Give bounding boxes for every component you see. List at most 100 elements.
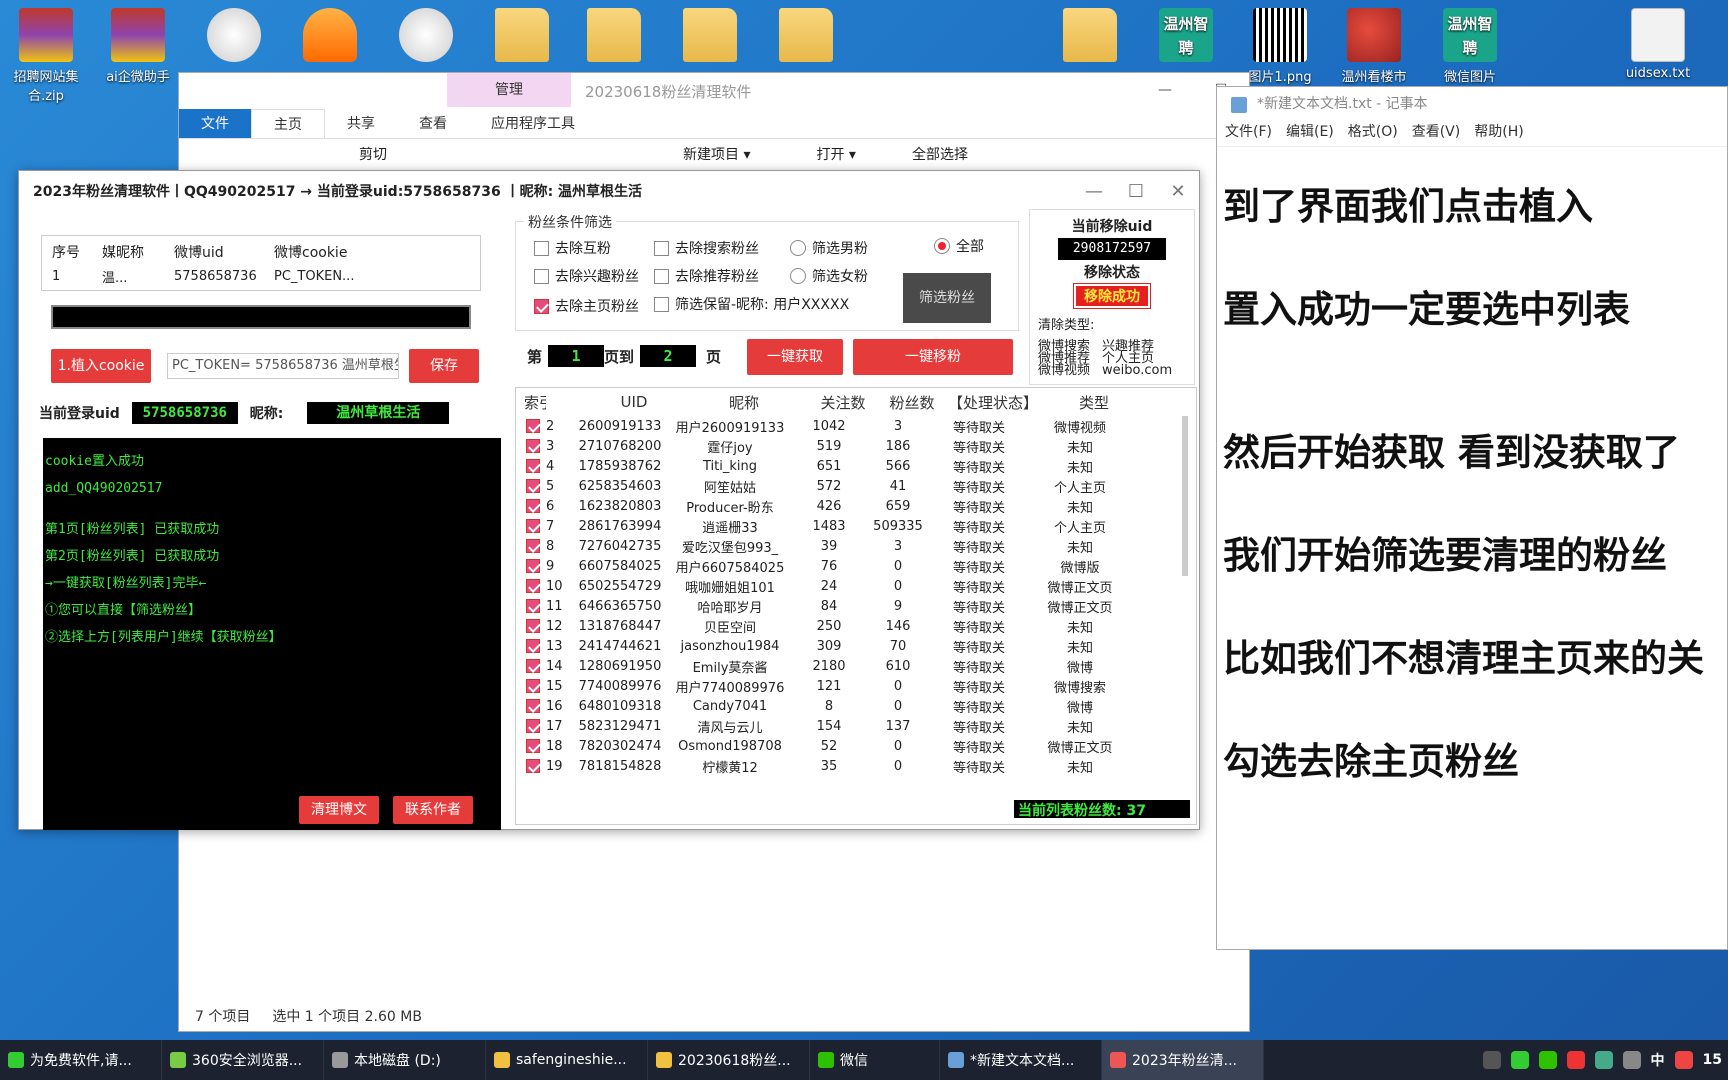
row-checkbox[interactable] — [526, 699, 540, 713]
row-checkbox[interactable] — [526, 419, 540, 433]
table-row[interactable]: 3 2710768200 霆仔joy 519 186 等待取关 未知 — [516, 436, 1196, 456]
menu-file[interactable]: 文件(F) — [1225, 121, 1272, 146]
menu-view[interactable]: 查看(V) — [1412, 121, 1461, 146]
filter-female-radio[interactable]: 筛选女粉 — [790, 266, 868, 286]
cut-button[interactable]: 剪切 — [359, 144, 387, 164]
desktop-icon-folder-3[interactable] — [668, 8, 752, 66]
implant-cookie-button[interactable]: 1.植入cookie — [51, 349, 151, 383]
notepad-text-area[interactable]: 到了界面我们点击植入 置入成功一定要选中列表 然后开始获取 看到没获取了 我们开… — [1217, 147, 1727, 813]
taskbar-item[interactable]: *新建文本文档... — [940, 1040, 1102, 1080]
taskbar-item[interactable]: safengineshie... — [486, 1040, 648, 1080]
row-checkbox[interactable] — [526, 519, 540, 533]
filter-all-radio[interactable]: 全部 — [934, 236, 984, 256]
table-row[interactable]: 18 7820302474 Osmond198708 52 0 等待取关 微博正文页 — [516, 736, 1196, 756]
volume-icon[interactable] — [1622, 1051, 1641, 1069]
desktop-icon-folder-1[interactable] — [480, 8, 564, 66]
filter-male-radio[interactable]: 筛选男粉 — [790, 238, 868, 258]
desktop-icon-zip[interactable]: 招聘网站集合.zip — [4, 8, 88, 104]
table-row[interactable]: 17 5823129471 清风与云儿 154 137 等待取关 未知 — [516, 716, 1196, 736]
desktop-icon-folder-5[interactable] — [1048, 8, 1132, 66]
table-row[interactable]: 9 6607584025 用户6607584025 76 0 等待取关 微博版 — [516, 556, 1196, 576]
wechat-icon[interactable] — [1538, 1051, 1557, 1069]
desktop-icon-app-1[interactable] — [192, 8, 276, 66]
row-checkbox[interactable] — [526, 439, 540, 453]
table-row[interactable]: 16 6480109318 Candy7041 8 0 等待取关 微博 — [516, 696, 1196, 716]
table-row[interactable]: 6 1623820803 Producer-盼东 426 659 等待取关 未知 — [516, 496, 1196, 516]
desktop-icon-wechat-image[interactable]: 温州智聘 微信图片 — [1428, 8, 1512, 85]
clock[interactable]: 15 — [1703, 1052, 1722, 1068]
ime-indicator[interactable]: 中 — [1651, 1050, 1665, 1070]
table-row[interactable]: 19 7818154828 柠檬黄12 35 0 等待取关 未知 — [516, 756, 1196, 776]
row-checkbox[interactable] — [526, 459, 540, 473]
taskbar-item[interactable]: 20230618粉丝... — [648, 1040, 810, 1080]
desktop-icon-folder-4[interactable] — [764, 8, 848, 66]
table-row[interactable]: 4 1785938762 Titi_king 651 566 等待取关 未知 — [516, 456, 1196, 476]
taskbar-item[interactable]: 为免费软件,请... — [0, 1040, 162, 1080]
page-from-input[interactable]: 1 — [548, 345, 605, 367]
desktop-icon-fire[interactable] — [288, 8, 372, 66]
network-icon[interactable] — [1594, 1051, 1613, 1069]
row-checkbox[interactable] — [526, 479, 540, 493]
remove-all-button[interactable]: 一键移粉 — [853, 339, 1013, 375]
fans-table[interactable]: 索引 UID 昵称 关注数 粉丝数 【处理状态】 类型 2 2600919133 用… — [515, 387, 1197, 825]
table-row[interactable]: 2 2600919133 用户2600919133 1042 3 等待取关 微博视频 — [516, 416, 1196, 436]
taskbar-item[interactable]: 360安全浏览器... — [162, 1040, 324, 1080]
remove-homepage-checkbox[interactable]: 去除主页粉丝 — [534, 296, 639, 316]
tab-app-tools[interactable]: 应用程序工具 — [469, 109, 597, 138]
security-icon[interactable] — [1566, 1051, 1585, 1069]
tab-home[interactable]: 主页 — [251, 109, 325, 138]
minimize-icon[interactable]: — — [1073, 171, 1115, 213]
cookie-input[interactable]: PC_TOKEN= 5758658736 温州草根生活 — [167, 353, 399, 379]
clear-weibo-button[interactable]: 清理博文 — [299, 796, 379, 824]
minimize-icon[interactable]: — — [1137, 73, 1193, 107]
taskbar-item[interactable]: 本地磁盘 (D:) — [324, 1040, 486, 1080]
row-checkbox[interactable] — [526, 759, 540, 773]
close-icon[interactable]: ✕ — [1157, 171, 1199, 213]
tab-view[interactable]: 查看 — [397, 109, 469, 138]
mic-icon[interactable] — [1482, 1051, 1501, 1069]
plus-icon[interactable] — [1510, 1051, 1529, 1069]
select-all-button[interactable]: 全部选择 — [912, 144, 968, 164]
row-checkbox[interactable] — [526, 739, 540, 753]
desktop-icon-app-2[interactable] — [384, 8, 468, 66]
remove-recommend-checkbox[interactable]: 去除推荐粉丝 — [654, 266, 759, 286]
contact-author-button[interactable]: 联系作者 — [393, 796, 473, 824]
tab-manage[interactable]: 管理 — [447, 73, 571, 107]
row-checkbox[interactable] — [526, 599, 540, 613]
desktop-icon-wenzhou-loushi[interactable]: 温州看楼市 — [1332, 8, 1416, 85]
table-row[interactable]: 5 6258354603 阿笙姑姑 572 41 等待取关 个人主页 — [516, 476, 1196, 496]
row-checkbox[interactable] — [526, 719, 540, 733]
row-checkbox[interactable] — [526, 539, 540, 553]
row-checkbox[interactable] — [526, 559, 540, 573]
menu-edit[interactable]: 编辑(E) — [1286, 121, 1334, 146]
scroll-thumb[interactable] — [1182, 416, 1188, 576]
table-row[interactable]: 14 1280691950 Emily莫奈酱 2180 610 等待取关 微博 — [516, 656, 1196, 676]
desktop-icon-folder-2[interactable] — [572, 8, 656, 66]
fetch-all-button[interactable]: 一键获取 — [747, 339, 843, 375]
filter-fans-button[interactable]: 筛选粉丝 — [903, 273, 991, 323]
remove-search-checkbox[interactable]: 去除搜索粉丝 — [654, 238, 759, 258]
menu-help[interactable]: 帮助(H) — [1474, 121, 1523, 146]
table-scrollbar[interactable] — [1182, 388, 1190, 818]
tab-share[interactable]: 共享 — [325, 109, 397, 138]
menu-format[interactable]: 格式(O) — [1348, 121, 1398, 146]
row-checkbox[interactable] — [526, 679, 540, 693]
save-button[interactable]: 保存 — [409, 349, 479, 383]
table-row[interactable]: 12 1318768447 贝臣空间 250 146 等待取关 未知 — [516, 616, 1196, 636]
table-row[interactable]: 7 2861763994 逍遥栅33 1483 509335 等待取关 个人主页 — [516, 516, 1196, 536]
keep-nickname-checkbox[interactable]: 筛选保留-昵称: 用户XXXXX — [654, 294, 849, 314]
page-to-input[interactable]: 2 — [640, 345, 697, 367]
tab-file[interactable]: 文件 — [179, 109, 251, 138]
account-table[interactable]: 序号 媒昵称 微博uid 微博cookie 1 温... 5758658736 … — [41, 235, 481, 291]
row-checkbox[interactable] — [526, 579, 540, 593]
account-row[interactable]: 1 温... 5758658736 PC_TOKEN... — [42, 264, 480, 288]
maximize-icon[interactable]: ☐ — [1115, 171, 1157, 213]
desktop-icon-wenzhou-zhipin[interactable]: 温州智聘 — [1144, 8, 1228, 66]
table-row[interactable]: 10 6502554729 哦咖姗姐姐101 24 0 等待取关 微博正文页 — [516, 576, 1196, 596]
new-item-button[interactable]: 新建项目 ▾ — [683, 144, 750, 164]
row-checkbox[interactable] — [526, 499, 540, 513]
remove-interest-checkbox[interactable]: 去除兴趣粉丝 — [534, 266, 639, 286]
open-button[interactable]: 打开 ▾ — [816, 144, 855, 164]
table-row[interactable]: 15 7740089976 用户7740089976 121 0 等待取关 微博搜索 — [516, 676, 1196, 696]
desktop-icon-image1[interactable]: 图片1.png — [1238, 8, 1322, 85]
